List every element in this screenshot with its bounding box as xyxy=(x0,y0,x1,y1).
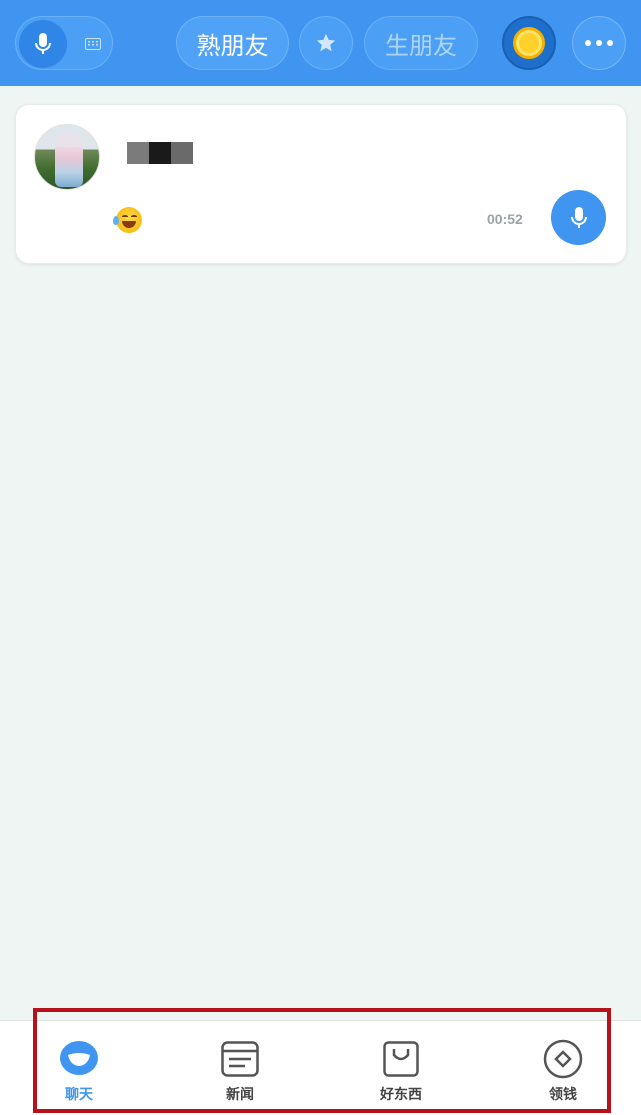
microphone-icon xyxy=(19,20,67,68)
tab-goods-label: 好东西 xyxy=(380,1087,422,1103)
voice-message-card[interactable]: 00:52 xyxy=(15,104,627,264)
shopping-bag-icon xyxy=(381,1039,421,1079)
favorites-button[interactable] xyxy=(299,16,353,70)
diamond-coin-icon xyxy=(543,1039,583,1079)
coin-button[interactable] xyxy=(502,16,556,70)
chat-bubble-icon xyxy=(59,1039,99,1079)
tab-news-label: 新闻 xyxy=(226,1087,254,1103)
bottom-tab-bar: 聊天 新闻 好东西 领钱 xyxy=(0,1020,641,1115)
message-duration: 00:52 xyxy=(487,211,523,227)
star-icon xyxy=(316,33,336,52)
tab-money-label: 领钱 xyxy=(549,1087,577,1103)
keyboard-icon xyxy=(82,33,104,55)
tab-money[interactable]: 领钱 xyxy=(508,1021,618,1115)
news-icon xyxy=(220,1039,260,1079)
more-dots-icon xyxy=(585,40,613,46)
strangers-tab[interactable]: 生朋友 xyxy=(364,16,478,70)
familiar-friends-tab[interactable]: 熟朋友 xyxy=(176,16,289,70)
crying-laughing-emoji-icon xyxy=(113,207,142,233)
tab-chat-label: 聊天 xyxy=(65,1087,93,1103)
play-voice-button[interactable] xyxy=(551,190,606,245)
microphone-icon xyxy=(570,206,587,228)
tab-news[interactable]: 新闻 xyxy=(185,1021,295,1115)
more-button[interactable] xyxy=(572,16,626,70)
avatar[interactable] xyxy=(34,124,100,190)
tab-goods[interactable]: 好东西 xyxy=(346,1021,456,1115)
contact-name-redacted xyxy=(127,142,193,164)
tab-chat[interactable]: 聊天 xyxy=(24,1021,134,1115)
voice-text-toggle[interactable] xyxy=(15,16,113,70)
top-bar: 熟朋友 生朋友 xyxy=(0,0,641,86)
gold-coin-icon xyxy=(513,27,545,59)
